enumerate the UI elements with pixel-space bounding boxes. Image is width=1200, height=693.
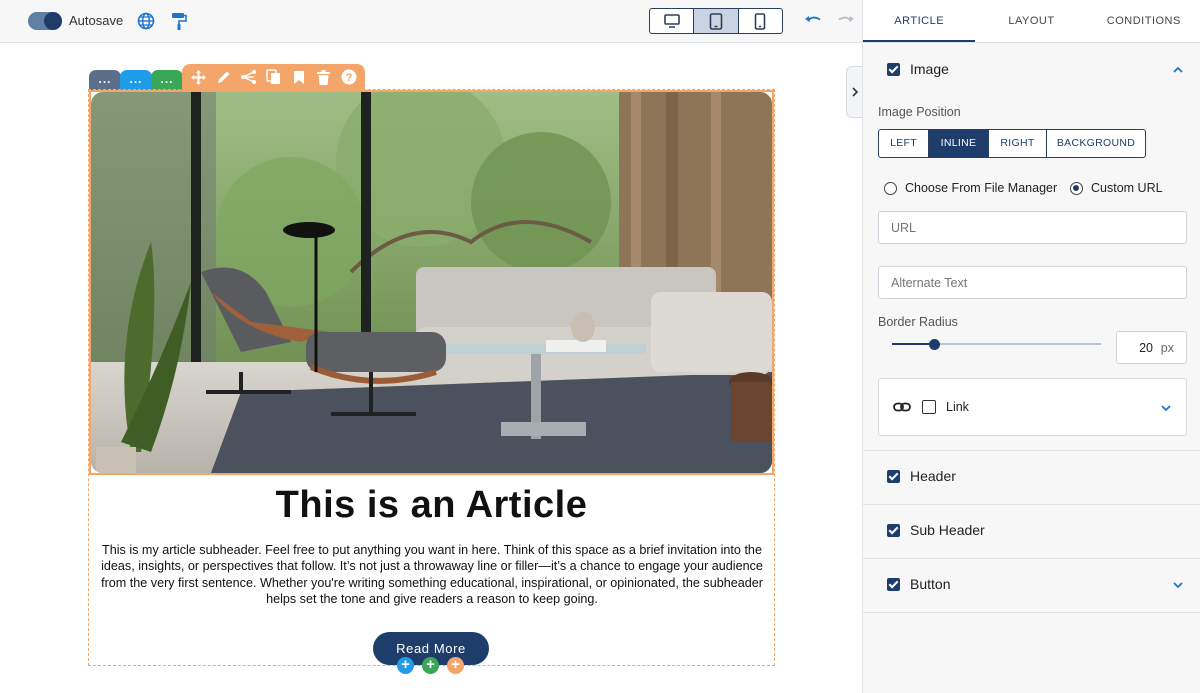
custom-url-radio[interactable] [1070, 181, 1083, 195]
undo-icon[interactable] [803, 12, 823, 30]
article-title[interactable]: This is an Article [90, 484, 773, 527]
add-element-button[interactable]: + [447, 657, 464, 674]
header-enabled-checkbox[interactable] [887, 469, 900, 483]
subheader-enabled-checkbox[interactable] [887, 523, 900, 537]
editor-toolbar: Autosave [0, 0, 862, 43]
link-icon [893, 402, 911, 412]
device-switcher [649, 8, 783, 34]
svg-text:?: ? [345, 72, 352, 84]
tablet-icon [709, 12, 723, 30]
element-action-bar: ? [182, 64, 365, 90]
position-inline-button[interactable]: INLINE [929, 130, 989, 157]
border-radius-value: 20 [1139, 341, 1153, 355]
collapse-panel-button[interactable] [846, 66, 862, 118]
file-manager-option[interactable]: Choose From File Manager [884, 181, 1057, 195]
duplicate-icon[interactable] [265, 69, 282, 86]
article-image[interactable] [89, 90, 774, 475]
desktop-view-button[interactable] [650, 9, 695, 33]
subheader-section-label: Sub Header [910, 522, 985, 538]
settings-panel: ARTICLE LAYOUT CONDITIONS Image Image Po… [862, 0, 1200, 693]
tab-article[interactable]: ARTICLE [863, 0, 976, 42]
button-section-header[interactable]: Button [887, 576, 950, 592]
chevron-down-icon[interactable] [1172, 579, 1184, 591]
subheader-section-header[interactable]: Sub Header [887, 522, 985, 538]
custom-url-option[interactable]: Custom URL [1070, 181, 1163, 195]
help-icon[interactable]: ? [340, 69, 357, 86]
chevron-down-icon[interactable] [1160, 402, 1172, 414]
file-manager-radio[interactable] [884, 181, 897, 195]
chevron-up-icon[interactable] [1172, 64, 1184, 76]
button-section-label: Button [910, 576, 951, 592]
mobile-icon [755, 12, 766, 30]
image-enabled-checkbox[interactable] [887, 62, 900, 76]
trash-icon[interactable] [315, 69, 332, 86]
subheader-settings-section: Sub Header [863, 505, 1200, 559]
add-section-button[interactable]: + [397, 657, 414, 674]
link-checkbox[interactable] [922, 400, 936, 414]
toggle-knob [44, 12, 62, 30]
panel-tabs: ARTICLE LAYOUT CONDITIONS [863, 0, 1200, 43]
header-section-header[interactable]: Header [887, 468, 956, 484]
move-icon[interactable] [190, 69, 207, 86]
file-manager-label: Choose From File Manager [905, 181, 1058, 195]
desktop-icon [663, 14, 680, 28]
autosave-label: Autosave [69, 13, 124, 28]
position-left-button[interactable]: LEFT [879, 130, 929, 157]
link-settings[interactable]: Link [878, 378, 1187, 436]
slider-handle[interactable] [929, 339, 940, 350]
paint-roller-icon[interactable] [169, 11, 189, 31]
border-radius-label: Border Radius [878, 315, 958, 329]
header-settings-section: Header [863, 451, 1200, 505]
share-icon[interactable] [240, 69, 257, 86]
bookmark-icon[interactable] [290, 69, 307, 86]
button-enabled-checkbox[interactable] [887, 577, 900, 591]
custom-url-label: Custom URL [1091, 181, 1163, 195]
autosave-toggle[interactable] [28, 12, 62, 30]
link-label: Link [946, 400, 969, 414]
redo-icon[interactable] [836, 12, 856, 30]
border-radius-input[interactable]: 20 px [1116, 331, 1187, 364]
position-right-button[interactable]: RIGHT [989, 130, 1047, 157]
article-subheader[interactable]: This is my article subheader. Feel free … [90, 542, 774, 607]
image-section-label: Image [910, 61, 949, 77]
globe-icon[interactable] [136, 11, 156, 31]
mobile-view-button[interactable] [739, 9, 782, 33]
button-settings-section: Button [863, 559, 1200, 613]
image-position-label: Image Position [878, 105, 961, 119]
image-position-selector: LEFT INLINE RIGHT BACKGROUND [878, 129, 1146, 158]
url-input[interactable] [878, 211, 1187, 244]
position-background-button[interactable]: BACKGROUND [1047, 130, 1145, 157]
tab-layout[interactable]: LAYOUT [975, 0, 1087, 42]
tab-conditions[interactable]: CONDITIONS [1088, 0, 1200, 42]
add-row-button[interactable]: + [422, 657, 439, 674]
alt-text-input[interactable] [878, 266, 1187, 299]
border-radius-unit: px [1160, 341, 1174, 355]
chevron-right-icon [851, 87, 858, 97]
edit-icon[interactable] [215, 69, 232, 86]
image-section-header[interactable]: Image [887, 61, 949, 77]
header-section-label: Header [910, 468, 956, 484]
tablet-view-button[interactable] [694, 9, 739, 33]
